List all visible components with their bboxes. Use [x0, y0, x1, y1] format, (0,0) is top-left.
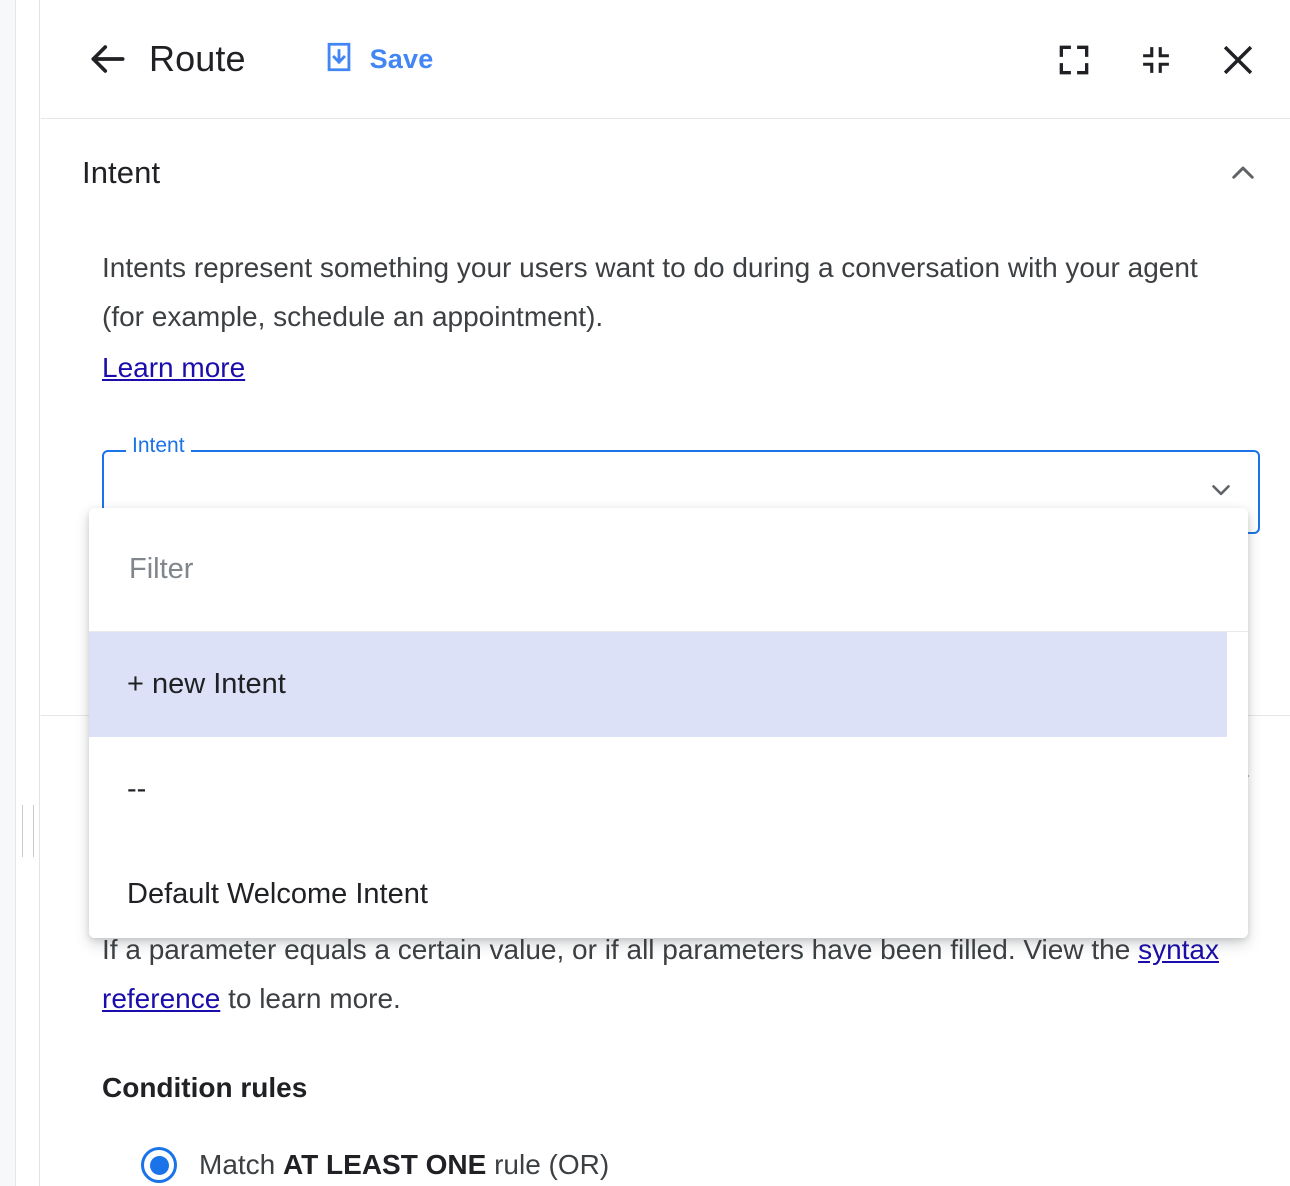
intent-description-text: Intents represent something your users w…: [102, 252, 1198, 332]
condition-description-suffix: to learn more.: [220, 983, 401, 1014]
rule-suffix: rule (OR): [486, 1149, 609, 1180]
rule-prefix: Match: [199, 1149, 283, 1180]
inner-gutter: [17, 0, 40, 1186]
arrow-left-icon[interactable]: [85, 36, 131, 82]
chevron-down-icon[interactable]: [1206, 475, 1236, 510]
save-button[interactable]: Save: [322, 40, 434, 79]
header-actions: [1052, 0, 1260, 119]
intent-field-label: Intent: [126, 435, 191, 456]
panel-resize-handle-icon[interactable]: [22, 805, 34, 857]
chevron-up-icon[interactable]: [1224, 154, 1262, 192]
condition-rule-label: Match AT LEAST ONE rule (OR): [199, 1149, 609, 1181]
condition-description-prefix: If a parameter equals a certain value, o…: [102, 934, 1138, 965]
dropdown-option-label: Default Welcome Intent: [127, 878, 428, 911]
dropdown-option-default-welcome-intent[interactable]: Default Welcome Intent: [89, 842, 1248, 938]
close-x-icon[interactable]: [1216, 38, 1260, 82]
intent-description: Intents represent something your users w…: [102, 243, 1232, 392]
app-root: Route Save: [0, 0, 1290, 1186]
save-download-icon: [322, 40, 356, 79]
outer-gutter: [0, 0, 16, 1186]
dropdown-filter-row: [89, 508, 1248, 632]
section-header-intent[interactable]: Intent: [41, 119, 1290, 227]
fullscreen-collapse-icon[interactable]: [1134, 38, 1178, 82]
dropdown-option-label: --: [127, 773, 146, 806]
condition-rule-radio-or[interactable]: Match AT LEAST ONE rule (OR): [141, 1147, 609, 1183]
save-button-label: Save: [370, 44, 434, 75]
intent-dropdown-panel: + new Intent -- Default Welcome Intent: [89, 508, 1248, 938]
panel-header: Route Save: [41, 0, 1290, 119]
dropdown-option-new-intent[interactable]: + new Intent: [89, 632, 1227, 737]
section-title-intent: Intent: [82, 155, 160, 191]
fullscreen-expand-icon[interactable]: [1052, 38, 1096, 82]
dropdown-option-label: + new Intent: [127, 668, 286, 701]
radio-selected-icon: [141, 1147, 177, 1183]
page-title: Route: [149, 38, 246, 80]
learn-more-link[interactable]: Learn more: [102, 343, 245, 392]
condition-description: If a parameter equals a certain value, o…: [102, 925, 1242, 1023]
rule-emphasis: AT LEAST ONE: [283, 1149, 486, 1180]
search-input[interactable]: [127, 552, 1210, 587]
condition-rules-heading: Condition rules: [102, 1072, 307, 1104]
dropdown-option-none[interactable]: --: [89, 737, 1248, 842]
